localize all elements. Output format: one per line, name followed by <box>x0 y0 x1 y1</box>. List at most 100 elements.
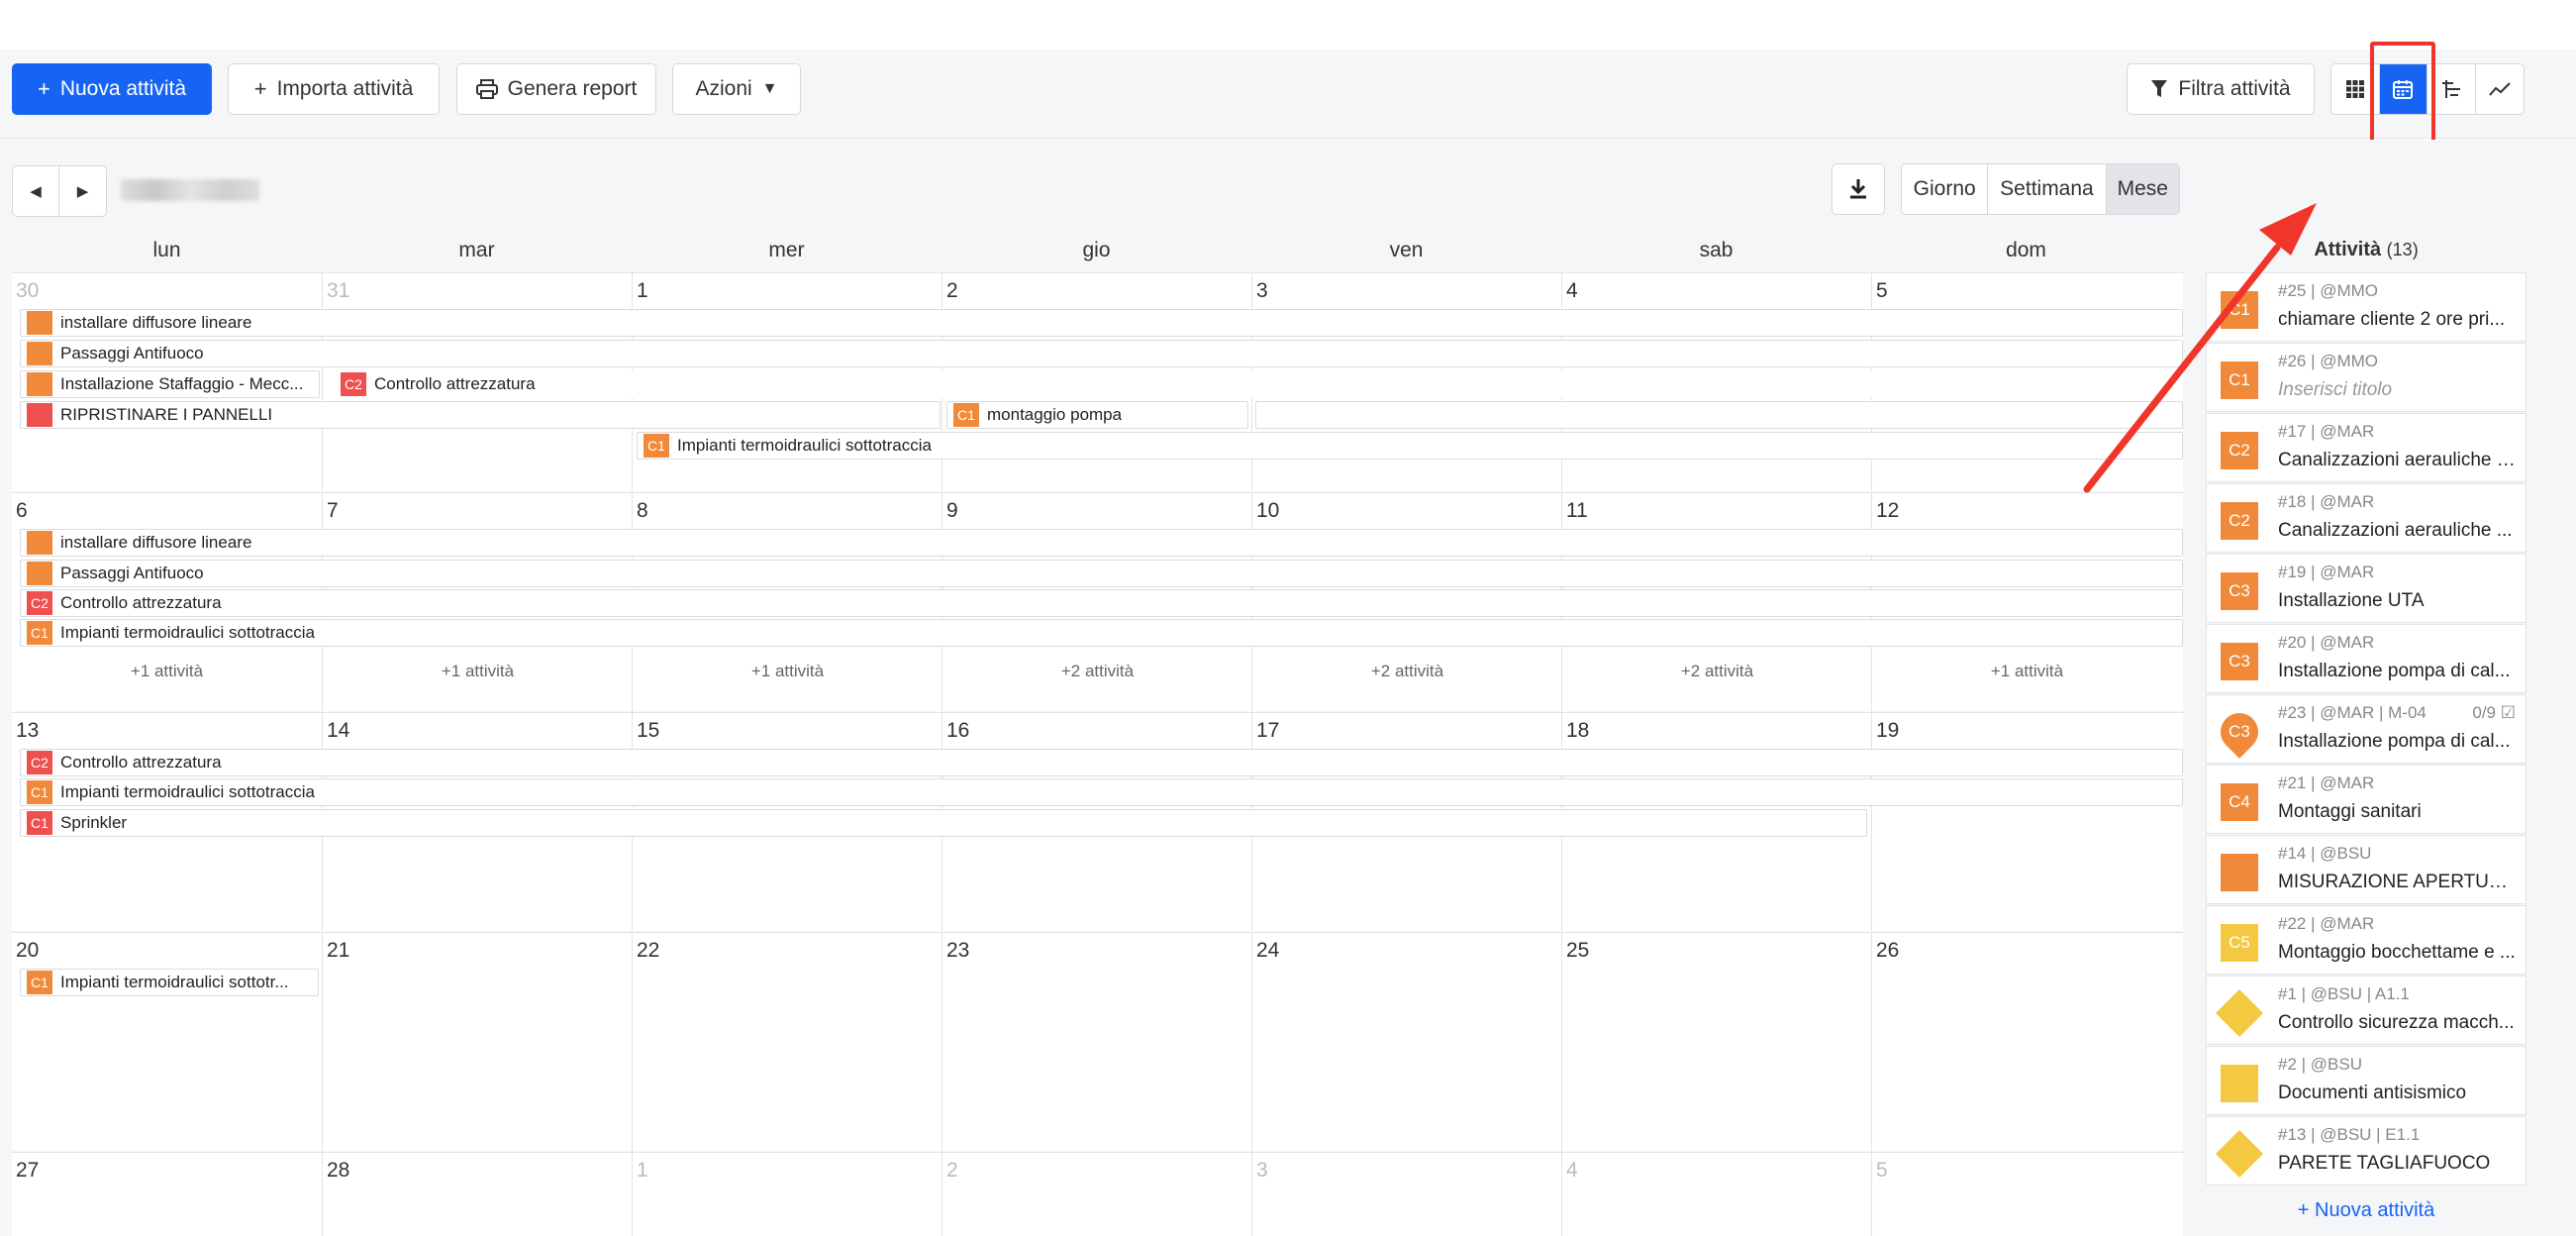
day-cell[interactable]: 23 <box>942 933 1252 1151</box>
day-cell[interactable]: 28 <box>323 1153 633 1236</box>
event-tag <box>27 342 52 365</box>
more-activities-link[interactable]: +2 attività <box>1252 662 1562 681</box>
activity-item[interactable]: C3 #19 | @MAR Installazione UTA <box>2206 554 2526 623</box>
day-cell[interactable]: 26 <box>1872 933 2183 1151</box>
actions-dropdown[interactable]: Azioni ▼ <box>672 63 801 115</box>
download-button[interactable] <box>1832 163 1885 215</box>
calendar-event-continuation[interactable] <box>1255 401 2183 429</box>
day-cell[interactable]: 22 <box>633 933 942 1151</box>
day-cell[interactable]: 24 <box>1252 933 1562 1151</box>
event-label: Sprinkler <box>60 813 128 832</box>
day-cell[interactable]: 1 <box>633 1153 942 1236</box>
day-number: 3 <box>1256 1159 1268 1182</box>
day-number: 10 <box>1256 499 1280 522</box>
calendar-event[interactable]: Passaggi Antifuoco <box>20 560 2183 587</box>
chart-view-button[interactable] <box>2476 64 2525 114</box>
grid-icon <box>2345 80 2364 98</box>
day-cell[interactable]: 27 <box>12 1153 323 1236</box>
generate-report-button[interactable]: Genera report <box>456 63 656 115</box>
event-label: Installazione Staffaggio - Mecc... <box>60 374 304 393</box>
more-activities-link[interactable]: +1 attività <box>12 662 322 681</box>
activity-item[interactable]: #14 | @BSU MISURAZIONE APERTUR... <box>2206 835 2526 904</box>
calendar-event[interactable]: C2 Controllo attrezzatura <box>335 370 2183 398</box>
activity-name: PARETE TAGLIAFUOCO <box>2278 1153 2491 1174</box>
day-number: 8 <box>637 499 648 522</box>
activity-item[interactable]: C2 #17 | @MAR Canalizzazioni aerauliche r.… <box>2206 413 2526 482</box>
calendar-event[interactable]: C2 Controllo attrezzatura <box>20 589 2183 617</box>
calendar-event[interactable]: installare diffusore lineare <box>20 529 2183 557</box>
activity-item[interactable]: C1 #26 | @MMO Inserisci titolo <box>2206 343 2526 412</box>
month-view-button[interactable]: Mese <box>2106 164 2179 214</box>
calendar-event[interactable]: C1 Impianti termoidraulici sottotraccia <box>20 778 2183 806</box>
activity-name: MISURAZIONE APERTUR... <box>2278 872 2516 892</box>
activity-item[interactable]: #2 | @BSU Documenti antisismico <box>2206 1046 2526 1115</box>
calendar-event[interactable]: C1 Impianti termoidraulici sottotraccia <box>637 432 2183 460</box>
day-view-button[interactable]: Giorno <box>1902 164 1989 214</box>
event-label: Passaggi Antifuoco <box>60 564 204 582</box>
diamond-icon <box>2215 988 2264 1038</box>
calendar-event[interactable]: installare diffusore lineare <box>20 309 2183 337</box>
activity-name: Installazione pompa di cal... <box>2278 731 2511 752</box>
day-number: 16 <box>946 719 970 742</box>
new-activity-button[interactable]: + Nuova attività <box>12 63 212 115</box>
more-activities-link[interactable]: +1 attività <box>323 662 633 681</box>
activity-item[interactable]: #1 | @BSU | A1.1 Controllo sicurezza macc… <box>2206 976 2526 1045</box>
more-activities-link[interactable]: +1 attività <box>633 662 942 681</box>
diamond-icon <box>2215 1129 2264 1179</box>
activity-meta: #14 | @BSU <box>2278 844 2372 863</box>
chart-icon <box>2488 82 2511 96</box>
day-cell[interactable]: 25 <box>1562 933 1872 1151</box>
activity-item[interactable]: C1 #25 | @MMO chiamare cliente 2 ore pri..… <box>2206 272 2526 342</box>
event-tag: C1 <box>27 621 52 645</box>
calendar-event[interactable]: C1 Impianti termoidraulici sottotraccia <box>20 619 2183 647</box>
day-cell[interactable]: 21 <box>323 933 633 1151</box>
highlight-box <box>2370 42 2435 145</box>
event-tag: C1 <box>27 971 52 994</box>
day-number: 1 <box>637 279 648 302</box>
day-number: 2 <box>946 279 958 302</box>
activity-meta: #19 | @MAR <box>2278 563 2375 581</box>
event-tag: C2 <box>341 372 366 396</box>
filter-activity-button[interactable]: Filtra attività <box>2127 63 2315 115</box>
calendar-nav: ◀ ▶ <box>12 165 107 217</box>
more-activities-link[interactable]: +2 attività <box>1562 662 1872 681</box>
day-cell[interactable]: 19 <box>1872 713 2183 931</box>
day-number: 28 <box>327 1159 350 1182</box>
prev-button[interactable]: ◀ <box>13 166 60 216</box>
calendar-event[interactable]: RIPRISTINARE I PANNELLI <box>20 401 941 429</box>
day-cell[interactable]: 2 <box>942 1153 1252 1236</box>
activity-item[interactable]: C5 #22 | @MAR Montaggio bocchettame e ... <box>2206 905 2526 975</box>
activity-item[interactable]: C3 #23 | @MAR | M-04 0/9 ☑ Installazione po… <box>2206 694 2526 764</box>
activity-item[interactable]: C2 #18 | @MAR Canalizzazioni aerauliche ..… <box>2206 483 2526 553</box>
day-number: 14 <box>327 719 350 742</box>
activity-name: Installazione pompa di cal... <box>2278 661 2511 681</box>
calendar-event[interactable]: C1 Impianti termoidraulici sottotr... <box>20 969 319 996</box>
activity-name: Canalizzazioni aerauliche ... <box>2278 520 2513 541</box>
next-button[interactable]: ▶ <box>59 166 106 216</box>
day-cell[interactable]: 5 <box>1872 1153 2183 1236</box>
add-activity-link[interactable]: + Nuova attività <box>2206 1199 2526 1222</box>
week-view-button[interactable]: Settimana <box>1988 164 2107 214</box>
import-activity-button[interactable]: + Importa attività <box>228 63 440 115</box>
calendar-event[interactable]: C2 Controllo attrezzatura <box>20 749 2183 776</box>
period-title-blurred <box>121 179 259 201</box>
calendar-event[interactable]: C1 montaggio pompa <box>946 401 1248 429</box>
event-tag <box>27 562 52 585</box>
day-cell[interactable]: 3 <box>1252 1153 1562 1236</box>
calendar-event[interactable]: Installazione Staffaggio - Mecc... <box>20 370 320 398</box>
calendar-event[interactable]: Passaggi Antifuoco <box>20 340 2183 367</box>
activity-item[interactable]: C4 #21 | @MAR Montaggi sanitari <box>2206 765 2526 834</box>
activity-item[interactable]: C3 #20 | @MAR Installazione pompa di cal..… <box>2206 624 2526 693</box>
activity-item[interactable]: #13 | @BSU | E1.1 PARETE TAGLIAFUOCO <box>2206 1116 2526 1185</box>
day-cell[interactable]: 20 <box>12 933 323 1151</box>
more-activities-link[interactable]: +2 attività <box>942 662 1252 681</box>
calendar-week: 13 14 15 16 17 18 19 C2 Controllo attrezz… <box>12 712 2183 931</box>
activity-badge: C5 <box>2221 924 2258 962</box>
calendar-event[interactable]: C1 Sprinkler <box>20 809 1867 837</box>
more-activities-link[interactable]: +1 attività <box>1872 662 2182 681</box>
day-number: 24 <box>1256 939 1280 962</box>
event-tag <box>27 403 52 427</box>
new-activity-label: Nuova attività <box>59 77 187 100</box>
day-cell[interactable]: 4 <box>1562 1153 1872 1236</box>
generate-report-label: Genera report <box>507 77 638 100</box>
